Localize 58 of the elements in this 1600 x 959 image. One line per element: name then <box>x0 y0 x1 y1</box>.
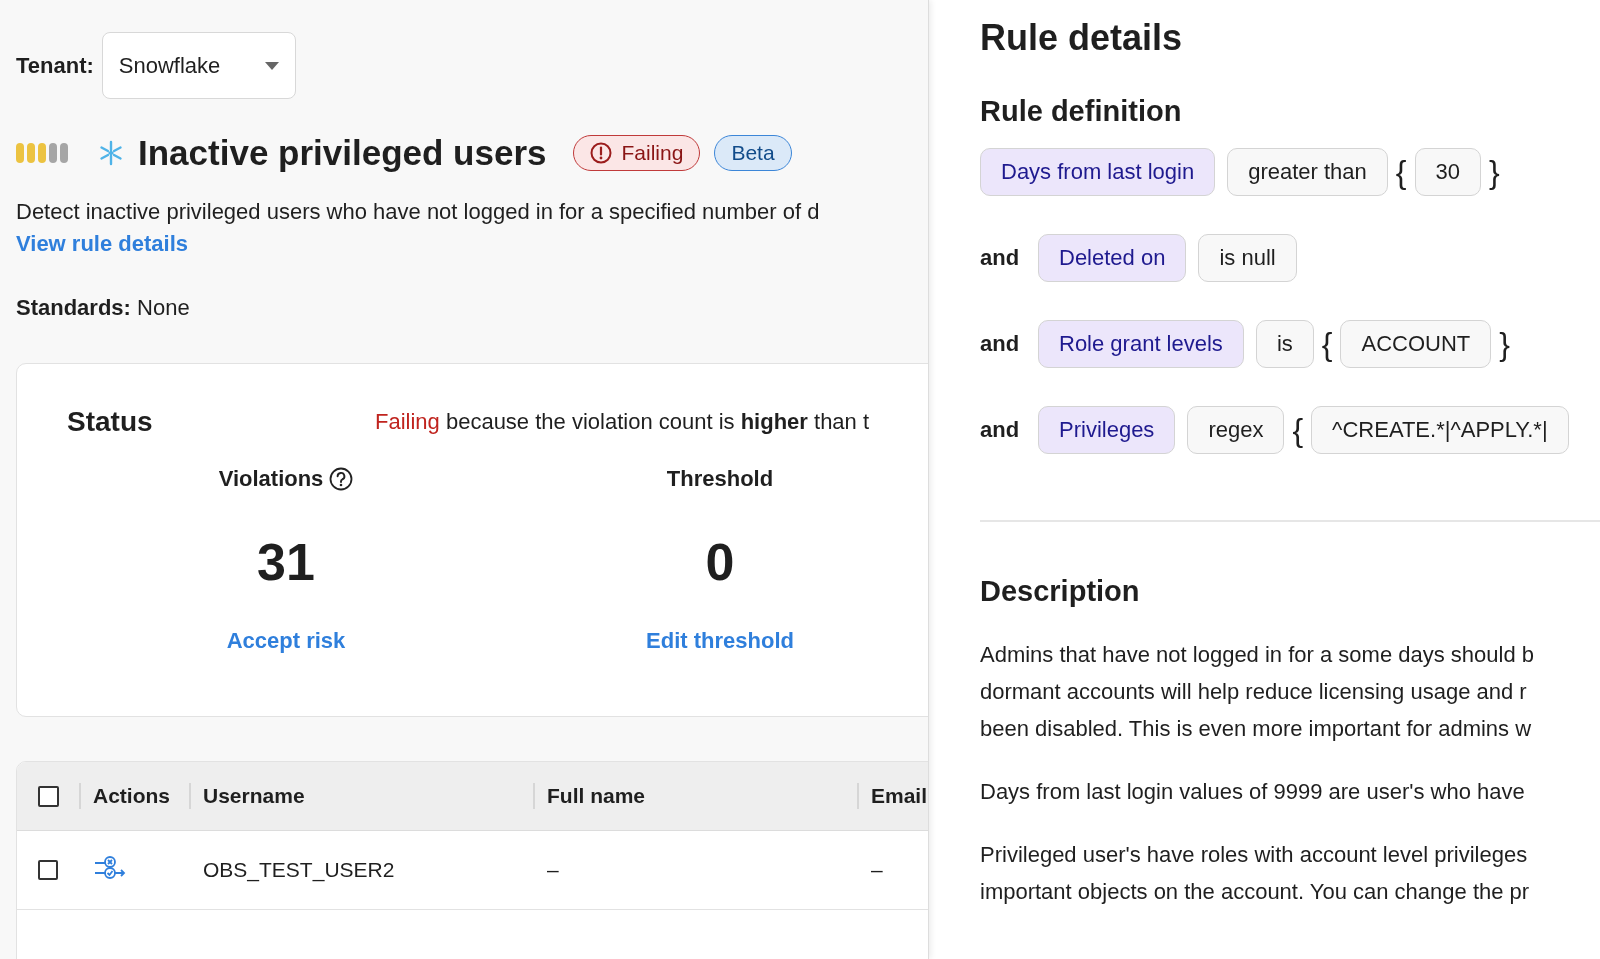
description-line: Days from last login values of 9999 are user's who have <box>980 778 1526 806</box>
description-line: Admins that have not logged in for a some days should b <box>980 641 1535 669</box>
operator-chip: regex <box>1187 406 1285 454</box>
metric-value: 0 <box>705 532 735 592</box>
column-header[interactable]: Username <box>189 783 533 809</box>
metric-value: 31 <box>257 532 315 592</box>
actions-icon[interactable] <box>93 853 127 882</box>
value-chip: ACCOUNT <box>1340 320 1492 368</box>
description-line: been disabled. This is even more important for admins w <box>980 715 1533 743</box>
checkbox[interactable] <box>38 860 58 880</box>
snowflake-icon <box>98 140 124 166</box>
field-chip: Role grant levels <box>1038 320 1244 368</box>
checkbox[interactable] <box>37 785 59 807</box>
badge-label: Beta <box>731 141 775 165</box>
section-heading: Description <box>980 574 1141 609</box>
standards-label: Standards: <box>16 295 131 320</box>
rule-description: Detect inactive privileged users who have not logged in for a specified number of d <box>16 199 821 225</box>
field-chip: Days from last login <box>980 148 1216 196</box>
table-cell-text: – <box>870 858 884 882</box>
joiner-label: and <box>980 331 1021 357</box>
field-chip: Deleted on <box>1038 234 1187 282</box>
value-chip: ^CREATE.*|^APPLY.*| <box>1311 406 1569 454</box>
metric-action-link[interactable]: Accept risk <box>226 628 346 654</box>
description-line: dormant accounts will help reduce licensing usage and r <box>980 678 1528 706</box>
standards-value: None <box>137 295 190 320</box>
table-cell-text: OBS_TEST_USER2 <box>202 858 396 882</box>
help-icon[interactable] <box>329 467 354 491</box>
column-header[interactable]: Actions <box>79 783 189 809</box>
brace: } <box>1499 325 1510 363</box>
section-heading: Rule definition <box>980 94 1183 129</box>
status-heading: Status <box>67 406 154 438</box>
description-line: important objects on the account. You can change the pr <box>980 878 1531 906</box>
metric-label: Threshold <box>666 466 774 492</box>
brace: { <box>1321 325 1333 363</box>
joiner-label: and <box>980 417 1021 443</box>
badge-label: Failing <box>621 141 684 165</box>
joiner-label: and <box>980 245 1021 271</box>
brace: { <box>1395 153 1407 191</box>
tenant-label: Tenant: <box>16 52 94 79</box>
column-header[interactable]: Full name <box>533 783 857 809</box>
operator-chip: is null <box>1198 234 1297 282</box>
tenant-dropdown[interactable]: Snowflake <box>101 32 296 99</box>
metric-label: Violations <box>218 466 324 492</box>
rule-title: Inactive privileged users <box>138 133 547 173</box>
alert-icon <box>589 142 612 164</box>
table-cell-text: – <box>546 858 560 882</box>
operator-chip: greater than <box>1227 148 1388 196</box>
status-message: Failing because the violation count is higher than t <box>375 409 870 435</box>
description-line: Privileged user's have roles with account level privileges <box>980 841 1529 869</box>
panel-title: Rule details <box>980 16 1184 60</box>
brace: } <box>1489 153 1500 191</box>
value-chip: 30 <box>1414 148 1481 196</box>
brace: { <box>1292 411 1304 449</box>
view-rule-details-link[interactable]: View rule details <box>16 231 188 257</box>
caret-icon <box>264 61 279 70</box>
operator-chip: is <box>1255 320 1314 368</box>
field-chip: Privileges <box>1038 406 1176 454</box>
metric-action-link[interactable]: Edit threshold <box>646 628 794 654</box>
